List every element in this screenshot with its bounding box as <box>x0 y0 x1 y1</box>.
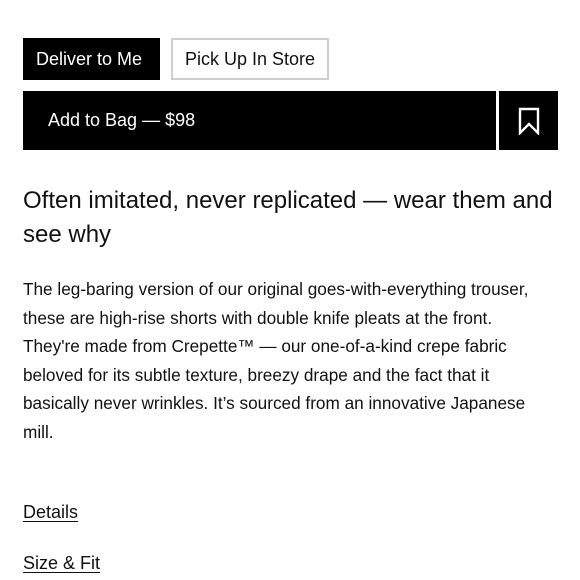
details-link[interactable]: Details <box>23 502 78 523</box>
add-to-bag-label: Add to Bag — $98 <box>48 110 196 130</box>
purchase-row: Add to Bag — $98 <box>23 91 558 150</box>
deliver-to-me-button[interactable]: Deliver to Me <box>23 38 160 80</box>
bookmark-icon <box>518 107 539 135</box>
fulfillment-toggle: Deliver to Me Pick Up In Store <box>23 38 329 80</box>
save-to-wishlist-button[interactable] <box>499 91 558 150</box>
pick-up-in-store-button[interactable]: Pick Up In Store <box>171 38 329 80</box>
deliver-to-me-label: Deliver to Me <box>36 48 143 69</box>
product-description: The leg-baring version of our original g… <box>23 279 529 442</box>
size-fit-link[interactable]: Size & Fit <box>23 553 100 574</box>
pick-up-in-store-label: Pick Up In Store <box>185 48 316 69</box>
add-to-bag-button[interactable]: Add to Bag — $98 <box>23 91 496 150</box>
product-headline: Often imitated, never replicated — wear … <box>23 187 553 248</box>
